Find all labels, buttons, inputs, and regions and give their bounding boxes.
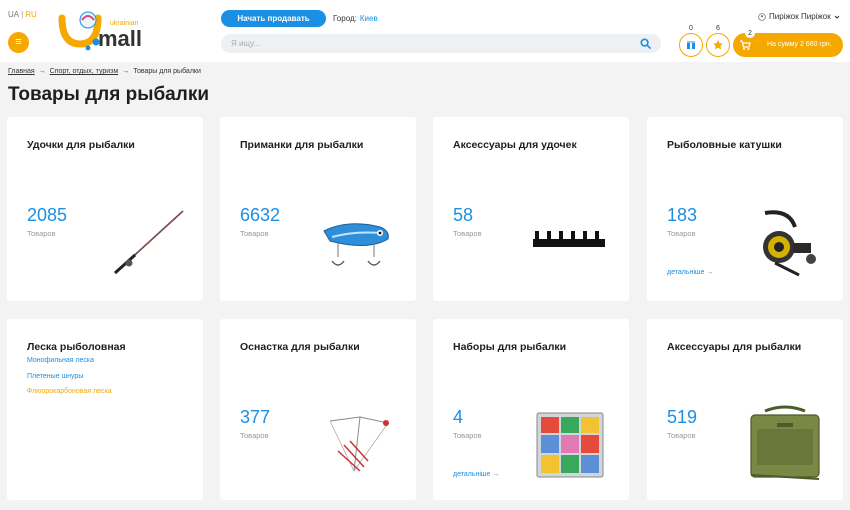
city-selector[interactable]: Город: Киев [333, 14, 378, 23]
card-unit: Товаров [453, 229, 482, 238]
fishing-lure-image [323, 223, 389, 266]
start-selling-button[interactable]: Начать продавать [221, 10, 326, 27]
hamburger-icon: ≡ [15, 36, 22, 48]
breadcrumb-sport[interactable]: Спорт, отдых, туризм [50, 68, 119, 75]
card-unit: Товаров [240, 229, 269, 238]
site-header: UA | RU ≡ ukrainian mall Начать продавать … [0, 0, 850, 62]
card-title: Оснастка для рыбалки [240, 341, 360, 353]
lang-ru[interactable]: RU [25, 10, 37, 19]
subcategory-link-braided[interactable]: Плетеные шнуры [27, 373, 83, 380]
card-details-link[interactable]: детальніше → [667, 269, 713, 276]
card-title: Аксессуары для рыбалки [667, 341, 802, 353]
category-card-tackle[interactable]: Оснастка для рыбалки 377 Товаров [220, 319, 416, 500]
card-title: Наборы для рыбалки [453, 341, 567, 353]
compare-button[interactable]: 0 [679, 25, 703, 57]
logo-icon: ukrainian mall [58, 11, 142, 51]
breadcrumb: Главная → Спорт, отдых, туризм → Товары … [8, 68, 201, 75]
category-card-fishing-line[interactable]: Леска рыболовная Монофильная леска Плете… [7, 319, 203, 500]
card-count: 58 [453, 205, 474, 225]
category-card-rods[interactable]: Удочки для рыбалки 2085 Товаров [7, 117, 203, 301]
breadcrumb-home[interactable]: Главная [8, 68, 35, 75]
card-unit: Товаров [27, 229, 56, 238]
favorites-button[interactable]: 6 [706, 25, 730, 57]
card-title: Приманки для рыбалки [240, 139, 364, 151]
fishing-tackle-image [329, 416, 389, 472]
subcategory-link-mono[interactable]: Монофильная леска [27, 357, 94, 364]
card-count: 377 [240, 407, 271, 427]
city-label: Город: [333, 14, 357, 23]
user-menu[interactable]: Пиріжок Пиріжок [758, 12, 840, 21]
user-name: Пиріжок Пиріжок [769, 12, 831, 21]
search-icon[interactable] [640, 38, 651, 49]
breadcrumb-arrow: → [38, 68, 46, 75]
page-title: Товары для рыбалки [8, 84, 210, 105]
card-title: Леска рыболовная [27, 341, 126, 353]
cart-count: 2 [745, 28, 755, 38]
category-card-reels[interactable]: Рыболовные катушки 183 Товаров детальніш… [647, 117, 843, 301]
lang-separator: | [21, 10, 24, 19]
card-count: 6632 [240, 205, 281, 225]
category-card-fishing-accessories[interactable]: Аксессуары для рыбалки 519 Товаров [647, 319, 843, 500]
subcategory-link-fluorocarbon[interactable]: Флюорокарбоновая леска [27, 388, 112, 395]
card-count: 183 [667, 205, 698, 225]
fishing-bag-image [750, 405, 820, 480]
category-card-kits[interactable]: Наборы для рыбалки 4 Товаров детальніше … [433, 319, 629, 500]
card-details-link[interactable]: детальніше → [453, 471, 499, 478]
breadcrumb-arrow: → [122, 68, 130, 75]
favorites-count: 6 [716, 25, 720, 32]
star-icon [713, 40, 723, 50]
card-count: 4 [453, 407, 464, 427]
category-card-rod-accessories[interactable]: Аксессуары для удочек 58 Товаров [433, 117, 629, 301]
logo-main-text: mall [98, 26, 142, 51]
card-count: 2085 [27, 205, 68, 225]
menu-button[interactable]: ≡ [8, 32, 29, 53]
language-switcher: UA | RU [8, 10, 37, 19]
search-input[interactable] [221, 34, 631, 53]
lang-ua[interactable]: UA [8, 10, 19, 19]
card-title: Аксессуары для удочек [453, 139, 577, 151]
card-unit: Товаров [667, 431, 696, 440]
cart-button[interactable]: 2 На сумму 2 660 грн. [733, 28, 843, 57]
cart-icon [740, 40, 751, 50]
city-value[interactable]: Киев [360, 14, 378, 23]
card-unit: Товаров [667, 229, 696, 238]
tackle-box-image [536, 412, 604, 478]
category-card-lures[interactable]: Приманки для рыбалки 6632 Товаров [220, 117, 416, 301]
user-icon [758, 12, 766, 21]
card-unit: Товаров [240, 431, 269, 440]
search-bar [221, 34, 661, 53]
rod-holder-image [533, 231, 605, 247]
card-count: 519 [667, 407, 698, 427]
card-title: Удочки для рыбалки [27, 139, 135, 151]
fishing-reel-image [763, 210, 816, 277]
card-unit: Товаров [453, 431, 482, 440]
compare-icon [687, 41, 695, 49]
breadcrumb-current: Товары для рыбалки [133, 68, 201, 75]
logo[interactable]: ukrainian mall [58, 8, 168, 54]
fishing-rod-image [113, 210, 184, 275]
card-title: Рыболовные катушки [667, 139, 782, 151]
compare-count: 0 [689, 25, 693, 32]
cart-total: На сумму 2 660 грн. [767, 41, 832, 48]
chevron-down-icon [834, 15, 840, 19]
